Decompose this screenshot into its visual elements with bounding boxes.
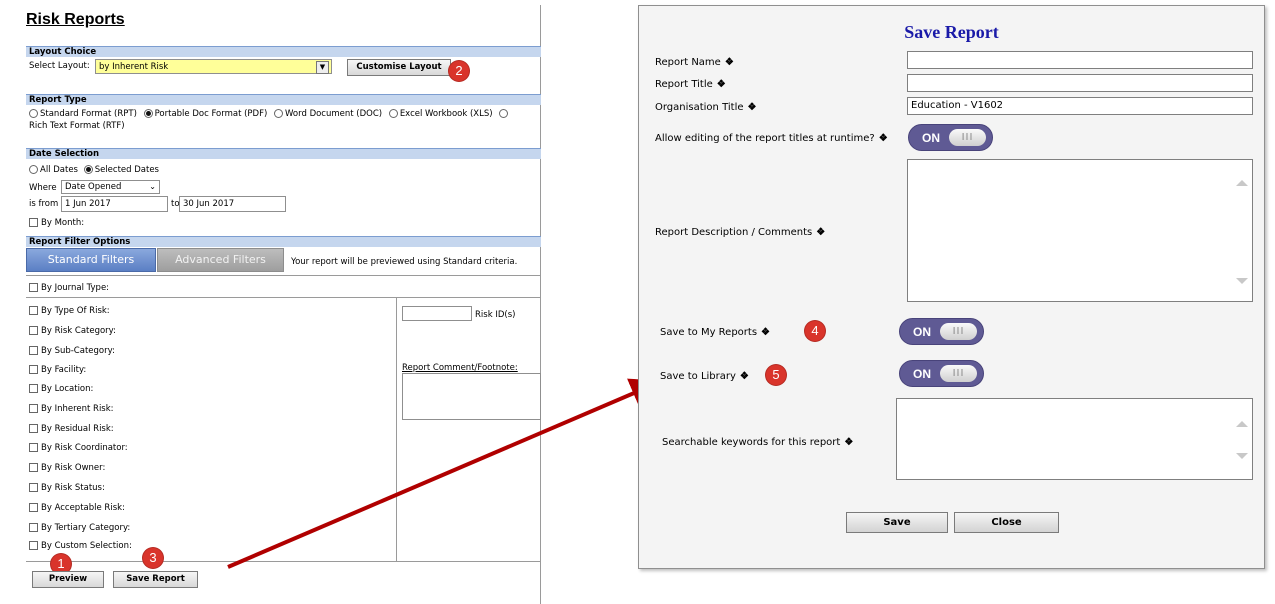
scroll-up-icon[interactable] [1236,421,1248,427]
allow-editing-toggle[interactable]: ON III [908,124,993,151]
allow-editing-label: Allow editing of the report titles at ru… [655,133,888,144]
save-library-label: Save to Library ❖ [660,371,749,382]
callout-badge-4: 4 [805,321,825,341]
keywords-label: Searchable keywords for this report ❖ [662,437,853,448]
save-library-text: Save to Library [660,371,736,382]
info-icon[interactable]: ❖ [740,371,749,382]
report-title-label: Report Title ❖ [655,79,726,90]
report-name-label: Report Name ❖ [655,57,734,68]
toggle-knob: III [940,323,977,340]
save-my-reports-label: Save to My Reports ❖ [660,327,770,338]
save-my-reports-text: Save to My Reports [660,327,758,338]
save-my-reports-toggle[interactable]: ON III [899,318,984,345]
report-title-input[interactable] [907,74,1253,92]
org-title-text: Organisation Title [655,102,744,113]
org-title-input[interactable]: Education - V1602 [907,97,1253,115]
scroll-up-icon[interactable] [1236,180,1248,186]
description-text: Report Description / Comments [655,227,813,238]
info-icon[interactable]: ❖ [761,327,770,338]
info-icon[interactable]: ❖ [844,437,853,448]
toggle-knob: III [949,129,986,146]
report-title-text: Report Title [655,79,713,90]
scroll-down-icon[interactable] [1236,453,1248,459]
report-name-input[interactable] [907,51,1253,69]
description-label: Report Description / Comments ❖ [655,227,825,238]
org-title-label: Organisation Title ❖ [655,102,756,113]
toggle-on-text: ON [913,367,931,381]
callout-badge-5: 5 [766,365,786,385]
info-icon[interactable]: ❖ [748,102,757,113]
dialog-title: Save Report [904,22,999,42]
save-button[interactable]: Save [846,512,948,533]
close-button[interactable]: Close [954,512,1059,533]
keywords-text: Searchable keywords for this report [662,437,841,448]
info-icon[interactable]: ❖ [816,227,825,238]
scroll-down-icon[interactable] [1236,278,1248,284]
keywords-textarea[interactable] [896,398,1253,480]
toggle-on-text: ON [913,325,931,339]
info-icon[interactable]: ❖ [725,57,734,68]
report-name-text: Report Name [655,57,721,68]
save-library-toggle[interactable]: ON III [899,360,984,387]
info-icon[interactable]: ❖ [879,133,888,144]
toggle-on-text: ON [922,131,940,145]
toggle-knob: III [940,365,977,382]
description-textarea[interactable] [907,159,1253,302]
allow-editing-text: Allow editing of the report titles at ru… [655,133,875,144]
info-icon[interactable]: ❖ [717,79,726,90]
